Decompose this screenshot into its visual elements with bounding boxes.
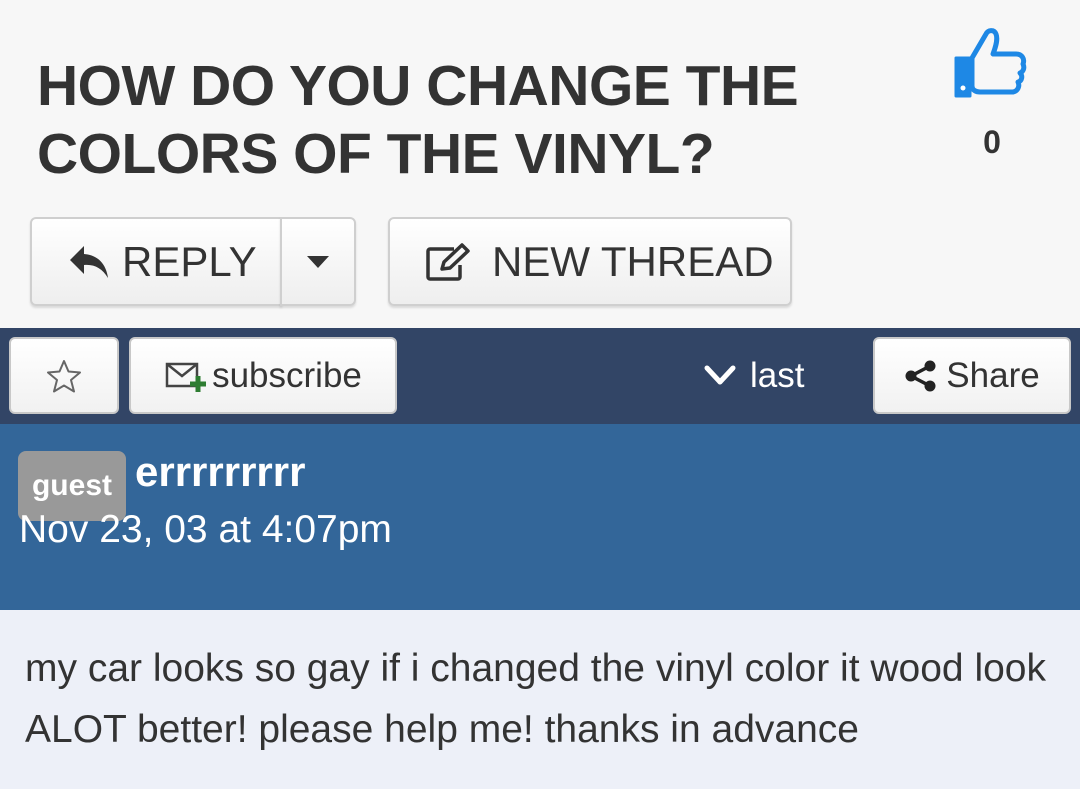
thread-toolbar: subscribe last Share: [0, 328, 1080, 424]
favorite-button[interactable]: [9, 337, 119, 414]
share-label: Share: [946, 355, 1040, 395]
star-icon: [47, 359, 81, 392]
chevron-down-icon: [704, 365, 736, 385]
share-icon: [905, 360, 936, 391]
post-body: my car looks so gay if i changed the vin…: [0, 610, 1080, 789]
mail-plus-icon: [165, 362, 207, 392]
edit-icon: [426, 242, 470, 281]
share-button[interactable]: Share: [873, 337, 1071, 414]
post-date[interactable]: Nov 23, 03 at 4:07pm: [19, 508, 392, 552]
thread-title: HOW DO YOU CHANGE THE COLORS OF THE VINY…: [37, 54, 799, 186]
last-post-link[interactable]: last: [704, 354, 804, 398]
thread-header: HOW DO YOU CHANGE THE COLORS OF THE VINY…: [0, 0, 1080, 328]
reply-label: REPLY: [122, 237, 257, 285]
last-label: last: [750, 356, 805, 395]
like-count: 0: [983, 124, 1001, 160]
post-username[interactable]: errrrrrrrr: [135, 448, 305, 496]
reply-dropdown-button[interactable]: [280, 217, 356, 306]
reply-arrow-icon: [70, 245, 108, 278]
new-thread-label: NEW THREAD: [492, 237, 774, 285]
caret-down-icon: [307, 255, 329, 268]
like-button[interactable]: [948, 24, 1032, 109]
post-text: my car looks so gay if i changed the vin…: [25, 647, 1046, 751]
subscribe-label: subscribe: [212, 355, 362, 395]
reply-button[interactable]: REPLY: [30, 217, 282, 306]
thumbs-up-icon[interactable]: [950, 24, 1030, 104]
new-thread-button[interactable]: NEW THREAD: [388, 217, 792, 306]
post-header: guest errrrrrrrr Nov 23, 03 at 4:07pm: [0, 424, 1080, 610]
subscribe-button[interactable]: subscribe: [129, 337, 397, 414]
